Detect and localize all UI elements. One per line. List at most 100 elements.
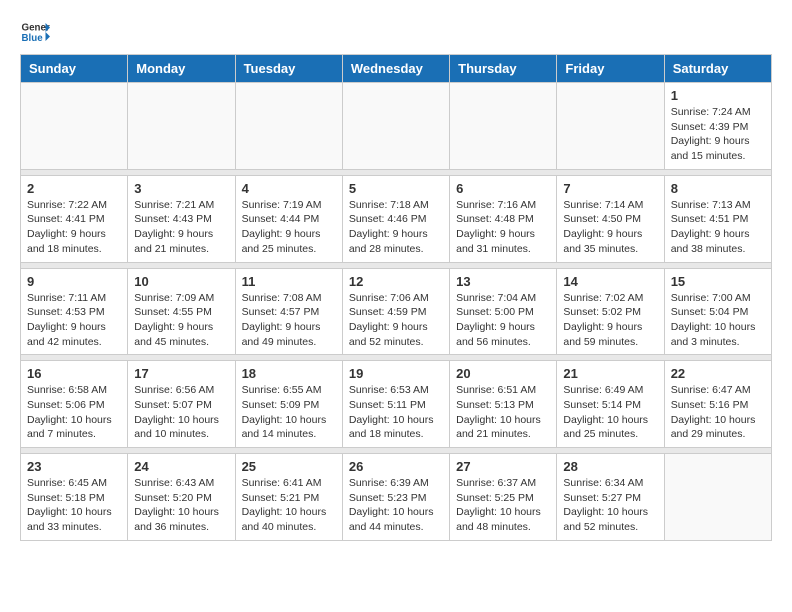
day-number: 6	[456, 181, 550, 196]
calendar-cell: 18 Sunrise: 6:55 AM Sunset: 5:09 PM Dayli…	[235, 361, 342, 448]
logo: General Blue	[20, 20, 54, 44]
day-number: 13	[456, 274, 550, 289]
calendar-cell	[557, 83, 664, 170]
day-info: Sunrise: 7:06 AM Sunset: 4:59 PM Dayligh…	[349, 291, 443, 350]
day-info: Sunrise: 6:56 AM Sunset: 5:07 PM Dayligh…	[134, 383, 228, 442]
day-number: 17	[134, 366, 228, 381]
calendar-cell	[128, 83, 235, 170]
calendar-cell: 3 Sunrise: 7:21 AM Sunset: 4:43 PM Daylig…	[128, 175, 235, 262]
calendar-cell: 22 Sunrise: 6:47 AM Sunset: 5:16 PM Dayli…	[664, 361, 771, 448]
calendar-cell	[235, 83, 342, 170]
day-info: Sunrise: 6:34 AM Sunset: 5:27 PM Dayligh…	[563, 476, 657, 535]
day-info: Sunrise: 7:00 AM Sunset: 5:04 PM Dayligh…	[671, 291, 765, 350]
calendar-cell: 26 Sunrise: 6:39 AM Sunset: 5:23 PM Dayli…	[342, 454, 449, 541]
calendar-cell	[21, 83, 128, 170]
weekday-header-monday: Monday	[128, 55, 235, 83]
day-info: Sunrise: 6:37 AM Sunset: 5:25 PM Dayligh…	[456, 476, 550, 535]
calendar-cell: 9 Sunrise: 7:11 AM Sunset: 4:53 PM Daylig…	[21, 268, 128, 355]
day-number: 11	[242, 274, 336, 289]
day-info: Sunrise: 7:14 AM Sunset: 4:50 PM Dayligh…	[563, 198, 657, 257]
calendar-week-row: 1 Sunrise: 7:24 AM Sunset: 4:39 PM Daylig…	[21, 83, 772, 170]
day-number: 28	[563, 459, 657, 474]
calendar-cell: 25 Sunrise: 6:41 AM Sunset: 5:21 PM Dayli…	[235, 454, 342, 541]
day-info: Sunrise: 6:51 AM Sunset: 5:13 PM Dayligh…	[456, 383, 550, 442]
day-info: Sunrise: 6:39 AM Sunset: 5:23 PM Dayligh…	[349, 476, 443, 535]
svg-text:Blue: Blue	[22, 33, 44, 44]
day-number: 12	[349, 274, 443, 289]
calendar-cell: 24Sunrise: 6:43 AM Sunset: 5:20 PM Dayli…	[128, 454, 235, 541]
day-number: 15	[671, 274, 765, 289]
weekday-header-friday: Friday	[557, 55, 664, 83]
calendar-cell: 10 Sunrise: 7:09 AM Sunset: 4:55 PM Dayli…	[128, 268, 235, 355]
day-info: Sunrise: 7:18 AM Sunset: 4:46 PM Dayligh…	[349, 198, 443, 257]
day-number: 20	[456, 366, 550, 381]
day-number: 23	[27, 459, 121, 474]
calendar-cell	[342, 83, 449, 170]
day-info: Sunrise: 7:13 AM Sunset: 4:51 PM Dayligh…	[671, 198, 765, 257]
weekday-header-tuesday: Tuesday	[235, 55, 342, 83]
day-number: 27	[456, 459, 550, 474]
calendar-cell: 21 Sunrise: 6:49 AM Sunset: 5:14 PM Dayli…	[557, 361, 664, 448]
day-info: Sunrise: 7:02 AM Sunset: 5:02 PM Dayligh…	[563, 291, 657, 350]
day-number: 7	[563, 181, 657, 196]
day-number: 5	[349, 181, 443, 196]
day-number: 10	[134, 274, 228, 289]
day-number: 9	[27, 274, 121, 289]
calendar-cell: 1 Sunrise: 7:24 AM Sunset: 4:39 PM Daylig…	[664, 83, 771, 170]
calendar-week-row: 23Sunrise: 6:45 AM Sunset: 5:18 PM Dayli…	[21, 454, 772, 541]
calendar-cell: 11Sunrise: 7:08 AM Sunset: 4:57 PM Dayli…	[235, 268, 342, 355]
weekday-header-thursday: Thursday	[450, 55, 557, 83]
day-info: Sunrise: 6:43 AM Sunset: 5:20 PM Dayligh…	[134, 476, 228, 535]
calendar-cell	[664, 454, 771, 541]
page-header: General Blue	[20, 20, 772, 44]
day-number: 2	[27, 181, 121, 196]
calendar-cell: 14Sunrise: 7:02 AM Sunset: 5:02 PM Dayli…	[557, 268, 664, 355]
weekday-header-saturday: Saturday	[664, 55, 771, 83]
calendar-cell: 12 Sunrise: 7:06 AM Sunset: 4:59 PM Dayli…	[342, 268, 449, 355]
weekday-header-sunday: Sunday	[21, 55, 128, 83]
day-info: Sunrise: 6:55 AM Sunset: 5:09 PM Dayligh…	[242, 383, 336, 442]
day-number: 25	[242, 459, 336, 474]
calendar-cell: 4 Sunrise: 7:19 AM Sunset: 4:44 PM Daylig…	[235, 175, 342, 262]
calendar-cell: 7 Sunrise: 7:14 AM Sunset: 4:50 PM Daylig…	[557, 175, 664, 262]
calendar-cell: 16Sunrise: 6:58 AM Sunset: 5:06 PM Dayli…	[21, 361, 128, 448]
weekday-header-wednesday: Wednesday	[342, 55, 449, 83]
calendar-cell: 6 Sunrise: 7:16 AM Sunset: 4:48 PM Daylig…	[450, 175, 557, 262]
day-info: Sunrise: 7:16 AM Sunset: 4:48 PM Dayligh…	[456, 198, 550, 257]
day-info: Sunrise: 6:53 AM Sunset: 5:11 PM Dayligh…	[349, 383, 443, 442]
day-number: 26	[349, 459, 443, 474]
calendar-cell: 20 Sunrise: 6:51 AM Sunset: 5:13 PM Dayli…	[450, 361, 557, 448]
calendar-week-row: 9 Sunrise: 7:11 AM Sunset: 4:53 PM Daylig…	[21, 268, 772, 355]
day-info: Sunrise: 7:24 AM Sunset: 4:39 PM Dayligh…	[671, 105, 765, 164]
day-info: Sunrise: 7:22 AM Sunset: 4:41 PM Dayligh…	[27, 198, 121, 257]
day-info: Sunrise: 6:41 AM Sunset: 5:21 PM Dayligh…	[242, 476, 336, 535]
day-number: 4	[242, 181, 336, 196]
day-info: Sunrise: 6:47 AM Sunset: 5:16 PM Dayligh…	[671, 383, 765, 442]
day-info: Sunrise: 7:09 AM Sunset: 4:55 PM Dayligh…	[134, 291, 228, 350]
calendar-table: SundayMondayTuesdayWednesdayThursdayFrid…	[20, 54, 772, 541]
day-info: Sunrise: 7:19 AM Sunset: 4:44 PM Dayligh…	[242, 198, 336, 257]
calendar-cell: 17 Sunrise: 6:56 AM Sunset: 5:07 PM Dayli…	[128, 361, 235, 448]
calendar-cell: 28 Sunrise: 6:34 AM Sunset: 5:27 PM Dayli…	[557, 454, 664, 541]
calendar-cell: 23Sunrise: 6:45 AM Sunset: 5:18 PM Dayli…	[21, 454, 128, 541]
calendar-cell: 15 Sunrise: 7:00 AM Sunset: 5:04 PM Dayli…	[664, 268, 771, 355]
day-info: Sunrise: 6:49 AM Sunset: 5:14 PM Dayligh…	[563, 383, 657, 442]
calendar-cell: 13Sunrise: 7:04 AM Sunset: 5:00 PM Dayli…	[450, 268, 557, 355]
day-number: 18	[242, 366, 336, 381]
day-number: 8	[671, 181, 765, 196]
calendar-week-row: 2 Sunrise: 7:22 AM Sunset: 4:41 PM Daylig…	[21, 175, 772, 262]
day-number: 19	[349, 366, 443, 381]
day-info: Sunrise: 7:21 AM Sunset: 4:43 PM Dayligh…	[134, 198, 228, 257]
logo-icon: General Blue	[20, 20, 50, 44]
day-number: 16	[27, 366, 121, 381]
day-number: 21	[563, 366, 657, 381]
calendar-cell: 19 Sunrise: 6:53 AM Sunset: 5:11 PM Dayli…	[342, 361, 449, 448]
calendar-cell: 8 Sunrise: 7:13 AM Sunset: 4:51 PM Daylig…	[664, 175, 771, 262]
day-info: Sunrise: 7:11 AM Sunset: 4:53 PM Dayligh…	[27, 291, 121, 350]
calendar-cell: 2 Sunrise: 7:22 AM Sunset: 4:41 PM Daylig…	[21, 175, 128, 262]
day-number: 1	[671, 88, 765, 103]
calendar-cell	[450, 83, 557, 170]
day-number: 3	[134, 181, 228, 196]
calendar-cell: 5 Sunrise: 7:18 AM Sunset: 4:46 PM Daylig…	[342, 175, 449, 262]
day-number: 22	[671, 366, 765, 381]
